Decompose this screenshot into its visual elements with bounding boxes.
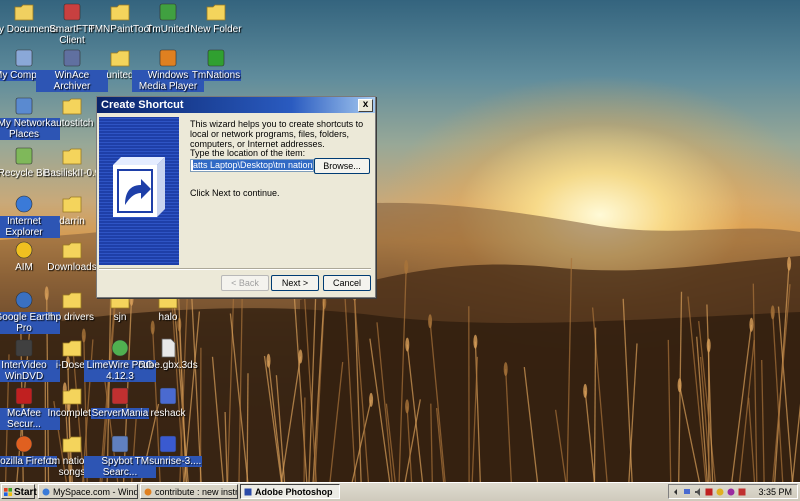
desktop-icon-label: BasiliskII-0.9 (43, 168, 101, 179)
task-label: Adobe Photoshop (255, 487, 333, 497)
continue-instruction: Click Next to continue. (190, 188, 280, 198)
back-button[interactable]: < Back (221, 275, 269, 291)
volume-icon[interactable] (694, 488, 702, 496)
network-places-icon (15, 97, 33, 115)
folder-icon (62, 340, 82, 357)
aim-icon (15, 241, 33, 259)
create-shortcut-dialog: Create Shortcut x This wizard helps you … (96, 96, 376, 298)
tray-arrow-icon[interactable] (672, 488, 680, 496)
cancel-button[interactable]: Cancel (323, 275, 371, 291)
documents-folder-icon (14, 4, 34, 21)
folder-icon (62, 196, 82, 213)
browser-icon (42, 488, 50, 496)
firefox-icon (15, 435, 33, 453)
folder-icon (110, 50, 130, 67)
dialog-separator (99, 268, 371, 270)
desktop-icon-label: halo (158, 312, 178, 323)
desktop-icon[interactable]: cube.gbx.3ds (132, 338, 204, 384)
desktop-icon[interactable]: reshack (132, 386, 204, 432)
desktop-icon-label: TMsunrise-3.... (133, 456, 203, 467)
antivirus-icon[interactable] (705, 488, 713, 496)
my-computer-icon (15, 49, 33, 67)
folder-icon (62, 388, 82, 405)
tmsunrise-icon (159, 435, 177, 453)
folder-icon (62, 148, 82, 165)
taskbar: Start MySpace.com - Windows... contribut… (0, 482, 800, 501)
folder-icon (206, 4, 226, 21)
start-button[interactable]: Start (1, 484, 37, 499)
location-input[interactable]: atts Laptop\Desktop\tm nations songs" (190, 159, 314, 172)
folder-icon (62, 98, 82, 115)
desktop-icon-label: autostitch (50, 118, 94, 129)
google-earth-icon (15, 291, 33, 309)
task-label: MySpace.com - Windows... (53, 487, 137, 497)
location-value: atts Laptop\Desktop\tm nations songs" (193, 160, 313, 170)
desktop-icon-label: AIM (15, 262, 33, 273)
desktop-icon-label: sjn (113, 312, 127, 323)
spybot-icon (111, 435, 129, 453)
recycle-bin-icon (15, 147, 33, 165)
internet-explorer-icon (15, 195, 33, 213)
desktop-icon-label: Downloads (47, 262, 97, 273)
task-myspace[interactable]: MySpace.com - Windows... (38, 484, 138, 499)
wizard-banner (99, 117, 179, 265)
desktop-icon-label: reshack (150, 408, 186, 419)
desktop-icon-label: New Folder (190, 24, 242, 35)
tmunited-icon (159, 3, 177, 21)
task-label: contribute : new instruct... (155, 487, 238, 497)
folder-icon (62, 242, 82, 259)
desktop-icon-label: cube.gbx.3ds (138, 360, 198, 371)
close-button[interactable]: x (358, 99, 373, 112)
aim-tray-icon[interactable] (716, 488, 724, 496)
browse-button[interactable]: Browse... (314, 158, 370, 174)
desktop-icon[interactable]: TmNations (180, 48, 252, 94)
messenger-icon[interactable] (727, 488, 735, 496)
file-icon (161, 338, 176, 358)
dialog-title: Create Shortcut (101, 99, 184, 111)
folder-icon (62, 292, 82, 309)
photoshop-icon (244, 488, 252, 496)
clock: 3:35 PM (758, 487, 792, 497)
folder-icon (62, 436, 82, 453)
desktop-icon-label: united (106, 70, 134, 81)
shortcut-arrow-icon (113, 157, 165, 217)
desktop-icon[interactable]: New Folder (180, 2, 252, 48)
mcafee-icon (15, 387, 33, 405)
next-button[interactable]: Next > (271, 275, 319, 291)
system-tray: 3:35 PM (668, 484, 798, 499)
desktop: My DocumentsSmartFTP ClientTMNPaintToolT… (0, 0, 800, 482)
task-contribute[interactable]: contribute : new instruct... (140, 484, 238, 499)
tmnations-icon (207, 49, 225, 67)
archiver-icon (63, 49, 81, 67)
start-label: Start (14, 487, 37, 498)
windvd-icon (15, 339, 33, 357)
folder-icon (110, 4, 130, 21)
network-icon[interactable] (683, 488, 691, 496)
location-label: Type the location of the item: (190, 148, 306, 158)
ftp-client-icon (63, 3, 81, 21)
limewire-icon (111, 339, 129, 357)
media-player-icon (159, 49, 177, 67)
wizard-description: This wizard helps you to create shortcut… (190, 119, 364, 149)
task-adobe-photoshop[interactable]: Adobe Photoshop (240, 484, 340, 499)
desktop-icon-label: TmNations (190, 70, 242, 81)
dialog-titlebar[interactable]: Create Shortcut x (97, 97, 375, 113)
update-icon[interactable] (738, 488, 746, 496)
desktop-icon-label: darrin (59, 216, 85, 227)
browser-icon (144, 488, 152, 496)
windows-logo-icon (4, 488, 12, 496)
reshack-icon (159, 387, 177, 405)
servermania-icon (111, 387, 129, 405)
desktop-icon[interactable]: TMsunrise-3.... (132, 434, 204, 480)
